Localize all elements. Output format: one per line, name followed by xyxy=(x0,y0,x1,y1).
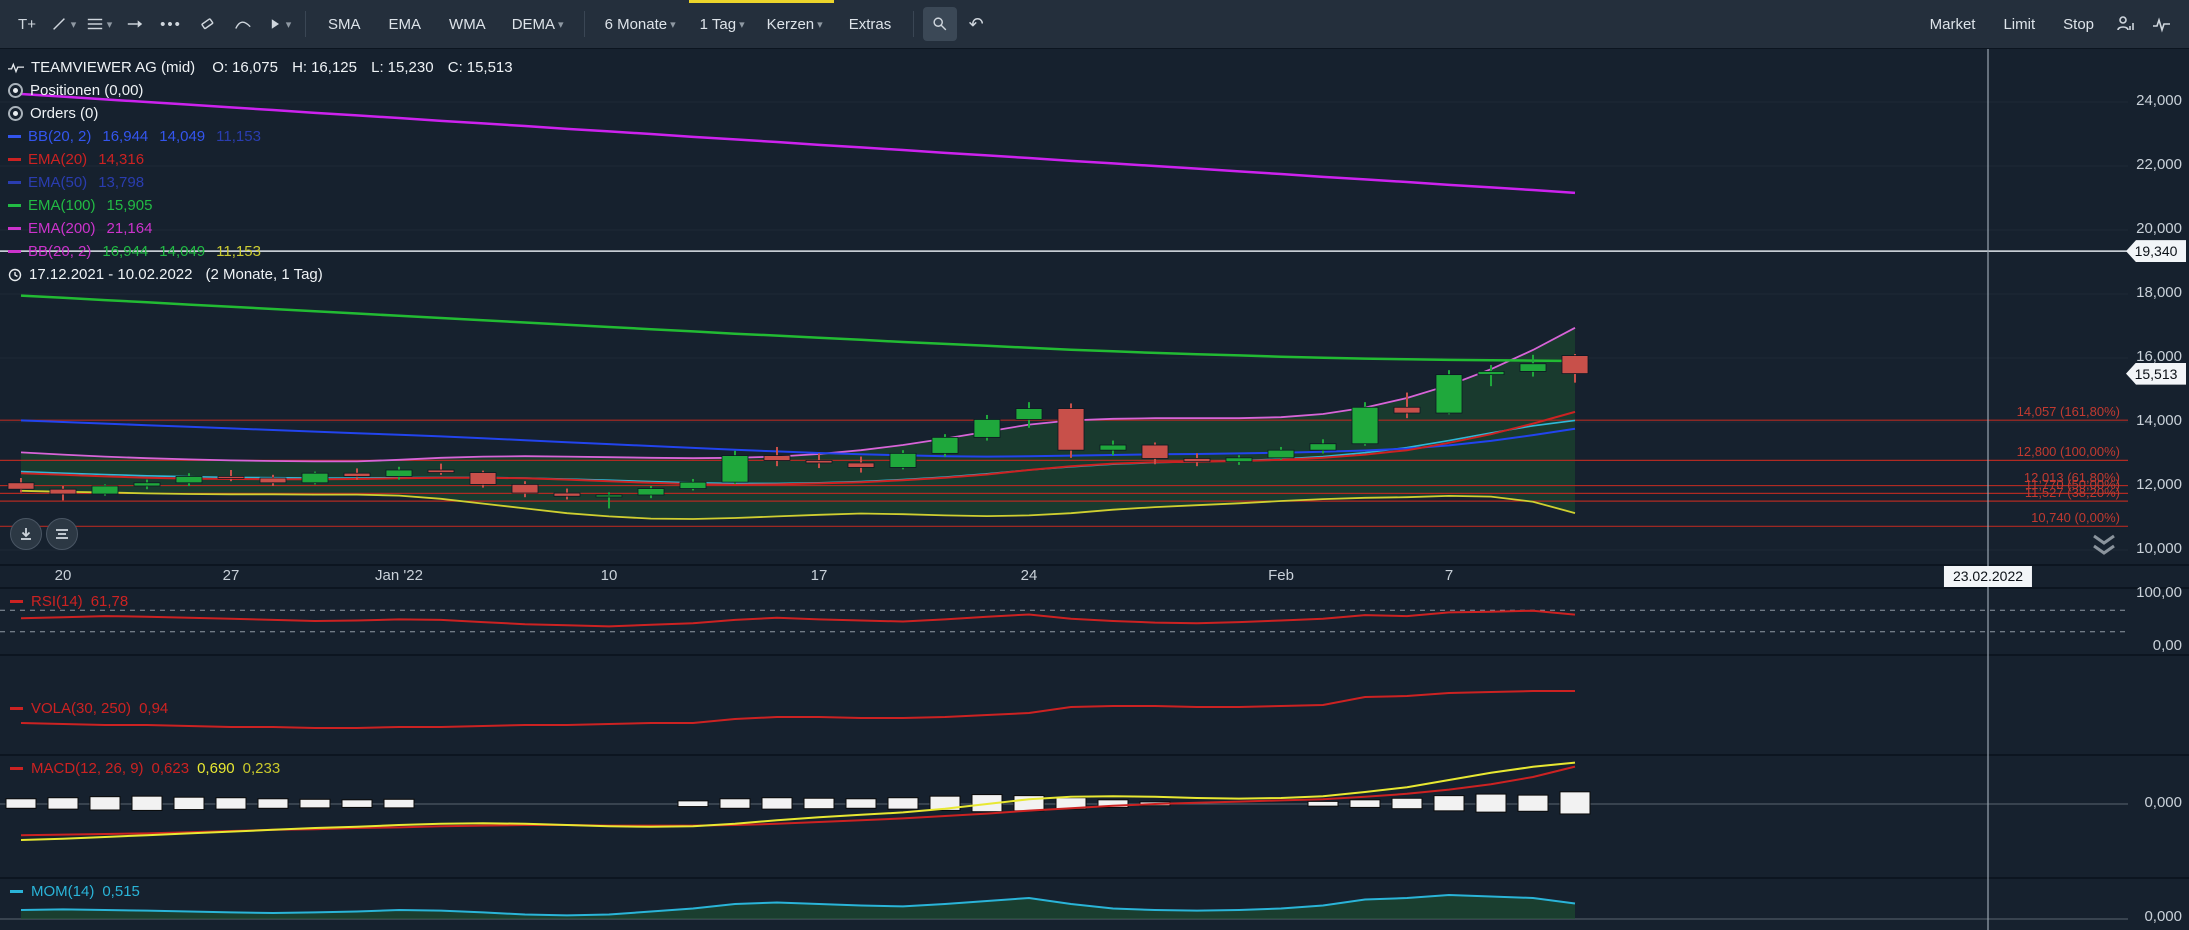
stop-order-button[interactable]: Stop xyxy=(2050,0,2107,49)
limit-order-button[interactable]: Limit xyxy=(1990,0,2048,49)
timespan-label: 17.12.2021 - 10.02.2022 xyxy=(29,266,192,283)
legend-indicator-row[interactable]: BB(20, 2)16,94414,04911,153 xyxy=(8,240,513,263)
legend-indicators: BB(20, 2)16,94414,04911,153EMA(20)14,316… xyxy=(8,125,513,263)
text-tool-button[interactable]: T+ xyxy=(10,7,44,41)
legend-indicator-row[interactable]: EMA(200)21,164 xyxy=(8,217,513,240)
portfolio-icon xyxy=(2116,14,2136,34)
clock-icon xyxy=(8,268,22,282)
timespan-row: 17.12.2021 - 10.02.2022 (2 Monate, 1 Tag… xyxy=(8,263,513,286)
legend-indicator-row[interactable]: EMA(20)14,316 xyxy=(8,148,513,171)
orders-label: Orders (0) xyxy=(30,105,98,122)
cursor-icon xyxy=(267,16,283,32)
timespan-extra: (2 Monate, 1 Tag) xyxy=(205,266,322,283)
dema-label: DEMA xyxy=(512,16,555,33)
toolbar: T+ ▾ ▾ ••• ▾ SMA EMA WMA DEMA ▾ 6 Monate… xyxy=(0,0,2189,49)
ohlc-values: O:16,075 H:16,125 L:15,230 C:15,513 xyxy=(202,59,512,76)
orders-row[interactable]: Orders (0) xyxy=(8,102,513,125)
order-buttons-group: Market Limit Stop xyxy=(1917,0,2179,49)
text-tool-icon: T+ xyxy=(18,16,36,33)
interval-label: 1 Tag xyxy=(700,16,736,33)
trendline-icon xyxy=(50,15,68,33)
scroll-latest-button[interactable] xyxy=(10,518,42,550)
more-tools-icon: ••• xyxy=(160,16,182,33)
radio-icon xyxy=(8,106,23,121)
market-order-button[interactable]: Market xyxy=(1917,0,1989,49)
fibonacci-tool-button[interactable]: ▾ xyxy=(82,7,116,41)
toolbar-separator xyxy=(584,11,585,37)
cursor-tool-button[interactable]: ▾ xyxy=(262,7,296,41)
pulse-button[interactable] xyxy=(2145,7,2179,41)
eraser-tool-button[interactable] xyxy=(190,7,224,41)
symbol-name: TEAMVIEWER AG (mid) xyxy=(31,59,195,76)
chart-legend: TEAMVIEWER AG (mid) O:16,075 H:16,125 L:… xyxy=(8,56,513,286)
fibonacci-icon xyxy=(86,15,104,33)
chevron-down-icon: ▾ xyxy=(817,18,823,31)
chevron-down-icon: ▾ xyxy=(670,18,676,31)
pulse-icon xyxy=(2152,14,2172,34)
portfolio-button[interactable] xyxy=(2109,7,2143,41)
ema-button[interactable]: EMA xyxy=(376,0,435,49)
waveform-icon xyxy=(8,61,24,75)
more-tools-button[interactable]: ••• xyxy=(154,7,188,41)
horizontal-ray-icon xyxy=(126,15,144,33)
dema-dropdown[interactable]: DEMA ▾ xyxy=(501,0,575,49)
zoom-tool-button[interactable] xyxy=(923,7,957,41)
download-arrow-icon xyxy=(18,526,34,542)
symbol-row: TEAMVIEWER AG (mid) O:16,075 H:16,125 L:… xyxy=(8,56,513,79)
layers-icon xyxy=(54,526,70,542)
positions-label: Positionen (0,00) xyxy=(30,82,143,99)
range-label: 6 Monate xyxy=(605,16,668,33)
toolbar-separator xyxy=(305,11,306,37)
layers-button[interactable] xyxy=(46,518,78,550)
chevron-down-icon: ▾ xyxy=(286,18,292,31)
positions-row[interactable]: Positionen (0,00) xyxy=(8,79,513,102)
freehand-tool-button[interactable] xyxy=(226,7,260,41)
legend-indicator-row[interactable]: EMA(100)15,905 xyxy=(8,194,513,217)
chevron-down-icon: ▾ xyxy=(71,18,77,31)
radio-icon xyxy=(8,83,23,98)
legend-indicator-row[interactable]: BB(20, 2)16,94414,04911,153 xyxy=(8,125,513,148)
charttype-dropdown[interactable]: Kerzen ▾ xyxy=(756,0,834,49)
freehand-icon xyxy=(234,15,252,33)
chevron-down-icon: ▾ xyxy=(558,18,564,31)
wma-button[interactable]: WMA xyxy=(436,0,499,49)
chevron-down-icon: ▾ xyxy=(739,18,745,31)
toolbar-separator xyxy=(913,11,914,37)
legend-indicator-row[interactable]: EMA(50)13,798 xyxy=(8,171,513,194)
chevron-down-icon: ▾ xyxy=(107,18,113,31)
trendline-tool-button[interactable]: ▾ xyxy=(46,7,80,41)
undo-icon: ↶ xyxy=(969,14,984,35)
magnifier-icon xyxy=(931,15,949,33)
interval-charttype-group: 1 Tag ▾ Kerzen ▾ xyxy=(689,0,834,49)
range-dropdown[interactable]: 6 Monate ▾ xyxy=(594,0,687,49)
charttype-label: Kerzen xyxy=(767,16,815,33)
interval-dropdown[interactable]: 1 Tag ▾ xyxy=(689,0,756,49)
undo-button[interactable]: ↶ xyxy=(959,7,993,41)
sma-button[interactable]: SMA xyxy=(315,0,374,49)
extras-button[interactable]: Extras xyxy=(836,0,905,49)
horizontal-ray-tool-button[interactable] xyxy=(118,7,152,41)
eraser-icon xyxy=(198,15,216,33)
